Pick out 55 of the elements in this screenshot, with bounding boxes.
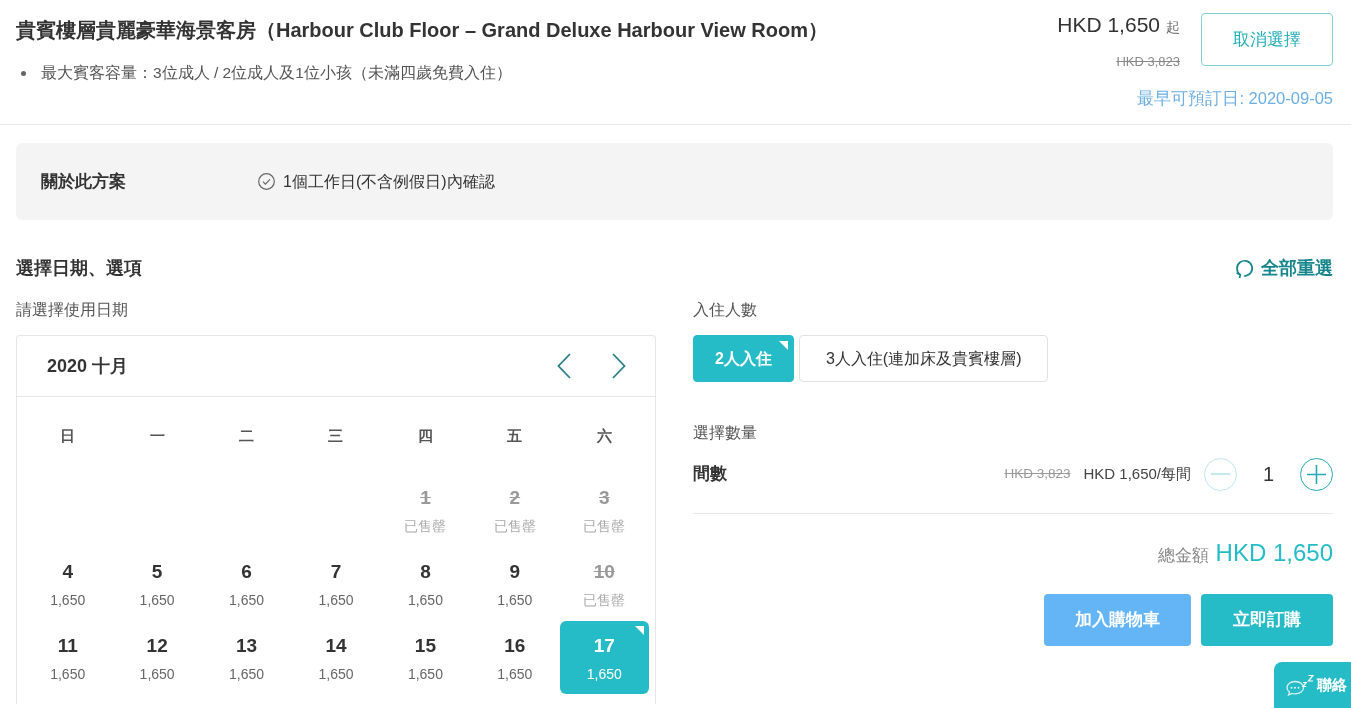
sold-out-date: 1 已售罄 [380, 473, 471, 546]
weekday-label: 六 [595, 425, 613, 446]
corner-triangle-icon [635, 626, 644, 635]
occupancy-option[interactable]: 3人入住(連加床及貴賓樓層) [798, 335, 1049, 382]
date-button[interactable]: 13 1,650 [201, 621, 292, 694]
chat-bubble-icon [1286, 674, 1314, 696]
month-title: 2020 十月 [47, 354, 129, 378]
about-item-text: 1個工作日(不含例假日)內確認 [283, 171, 495, 192]
date-button[interactable]: 15 1,650 [380, 621, 471, 694]
price-text: HKD 1,650 [1057, 13, 1160, 37]
date-button[interactable]: 6 1,650 [201, 547, 292, 620]
weekday-label: 五 [506, 425, 524, 446]
plus-icon [1307, 464, 1326, 484]
chevron-left-icon[interactable] [557, 353, 571, 379]
weekday-label: 三 [327, 425, 345, 446]
date-button[interactable]: 16 1,650 [470, 621, 560, 694]
date-button[interactable]: 11 1,650 [23, 621, 113, 694]
increase-button[interactable] [1300, 457, 1333, 491]
field-label: 選擇數量 [693, 423, 758, 443]
sold-out-date: 2 已售罄 [470, 473, 560, 546]
field-label: 請選擇使用日期 [16, 300, 129, 320]
bullet-icon [21, 70, 26, 76]
date-button[interactable]: 7 1,650 [291, 547, 381, 620]
chevron-right-icon[interactable] [612, 353, 626, 379]
date-button[interactable]: 4 1,650 [23, 547, 113, 620]
sold-out-date: 3 已售罄 [559, 473, 649, 546]
check-circle-icon [258, 173, 275, 190]
date-button[interactable]: 9 1,650 [470, 547, 560, 620]
room-title: 貴賓樓層貴麗豪華海景客房（Harbour Club Floor – Grand Deluxe Harbour View Room） [16, 18, 828, 43]
date-button[interactable]: 8 1,650 [380, 547, 471, 620]
date-button[interactable]: 5 1,650 [112, 547, 202, 620]
room-count-label: 間數 [693, 463, 727, 486]
feature-text: 最大賓客容量：3位成人 / 2位成人及1位小孩（未滿四歲免費入住） [41, 63, 512, 83]
refresh-icon [1235, 258, 1254, 278]
date-button[interactable]: 14 1,650 [291, 621, 381, 694]
earliest-date-text: 最早可預訂日: 2020-09-05 [1136, 88, 1333, 109]
about-label: 關於此方案 [41, 171, 127, 193]
section-heading: 選擇日期、選項 [16, 257, 142, 280]
unit-price-text: HKD 1,650/每間 [1083, 463, 1191, 484]
original-price-text: HKD 3,823 [1115, 53, 1180, 71]
weekday-label: 二 [238, 425, 256, 446]
field-label: 入住人數 [693, 300, 758, 320]
reset-button[interactable]: 全部重選 [1235, 256, 1333, 280]
weekday-label: 一 [148, 425, 166, 446]
sold-out-date: 10 已售罄 [559, 547, 649, 620]
total-label: 總金額 [1157, 545, 1209, 567]
corner-triangle-icon [778, 341, 788, 350]
weekday-label: 四 [416, 425, 434, 446]
weekday-label: 日 [59, 425, 77, 446]
date-button[interactable]: 12 1,650 [112, 621, 202, 694]
minus-icon [1211, 473, 1230, 475]
original-price-text: HKD 3,823 [1004, 464, 1071, 483]
total-amount: HKD 1,650 [1215, 538, 1333, 568]
quantity-value: 1 [1261, 462, 1276, 486]
price-unit-text: 起 [1166, 18, 1180, 37]
